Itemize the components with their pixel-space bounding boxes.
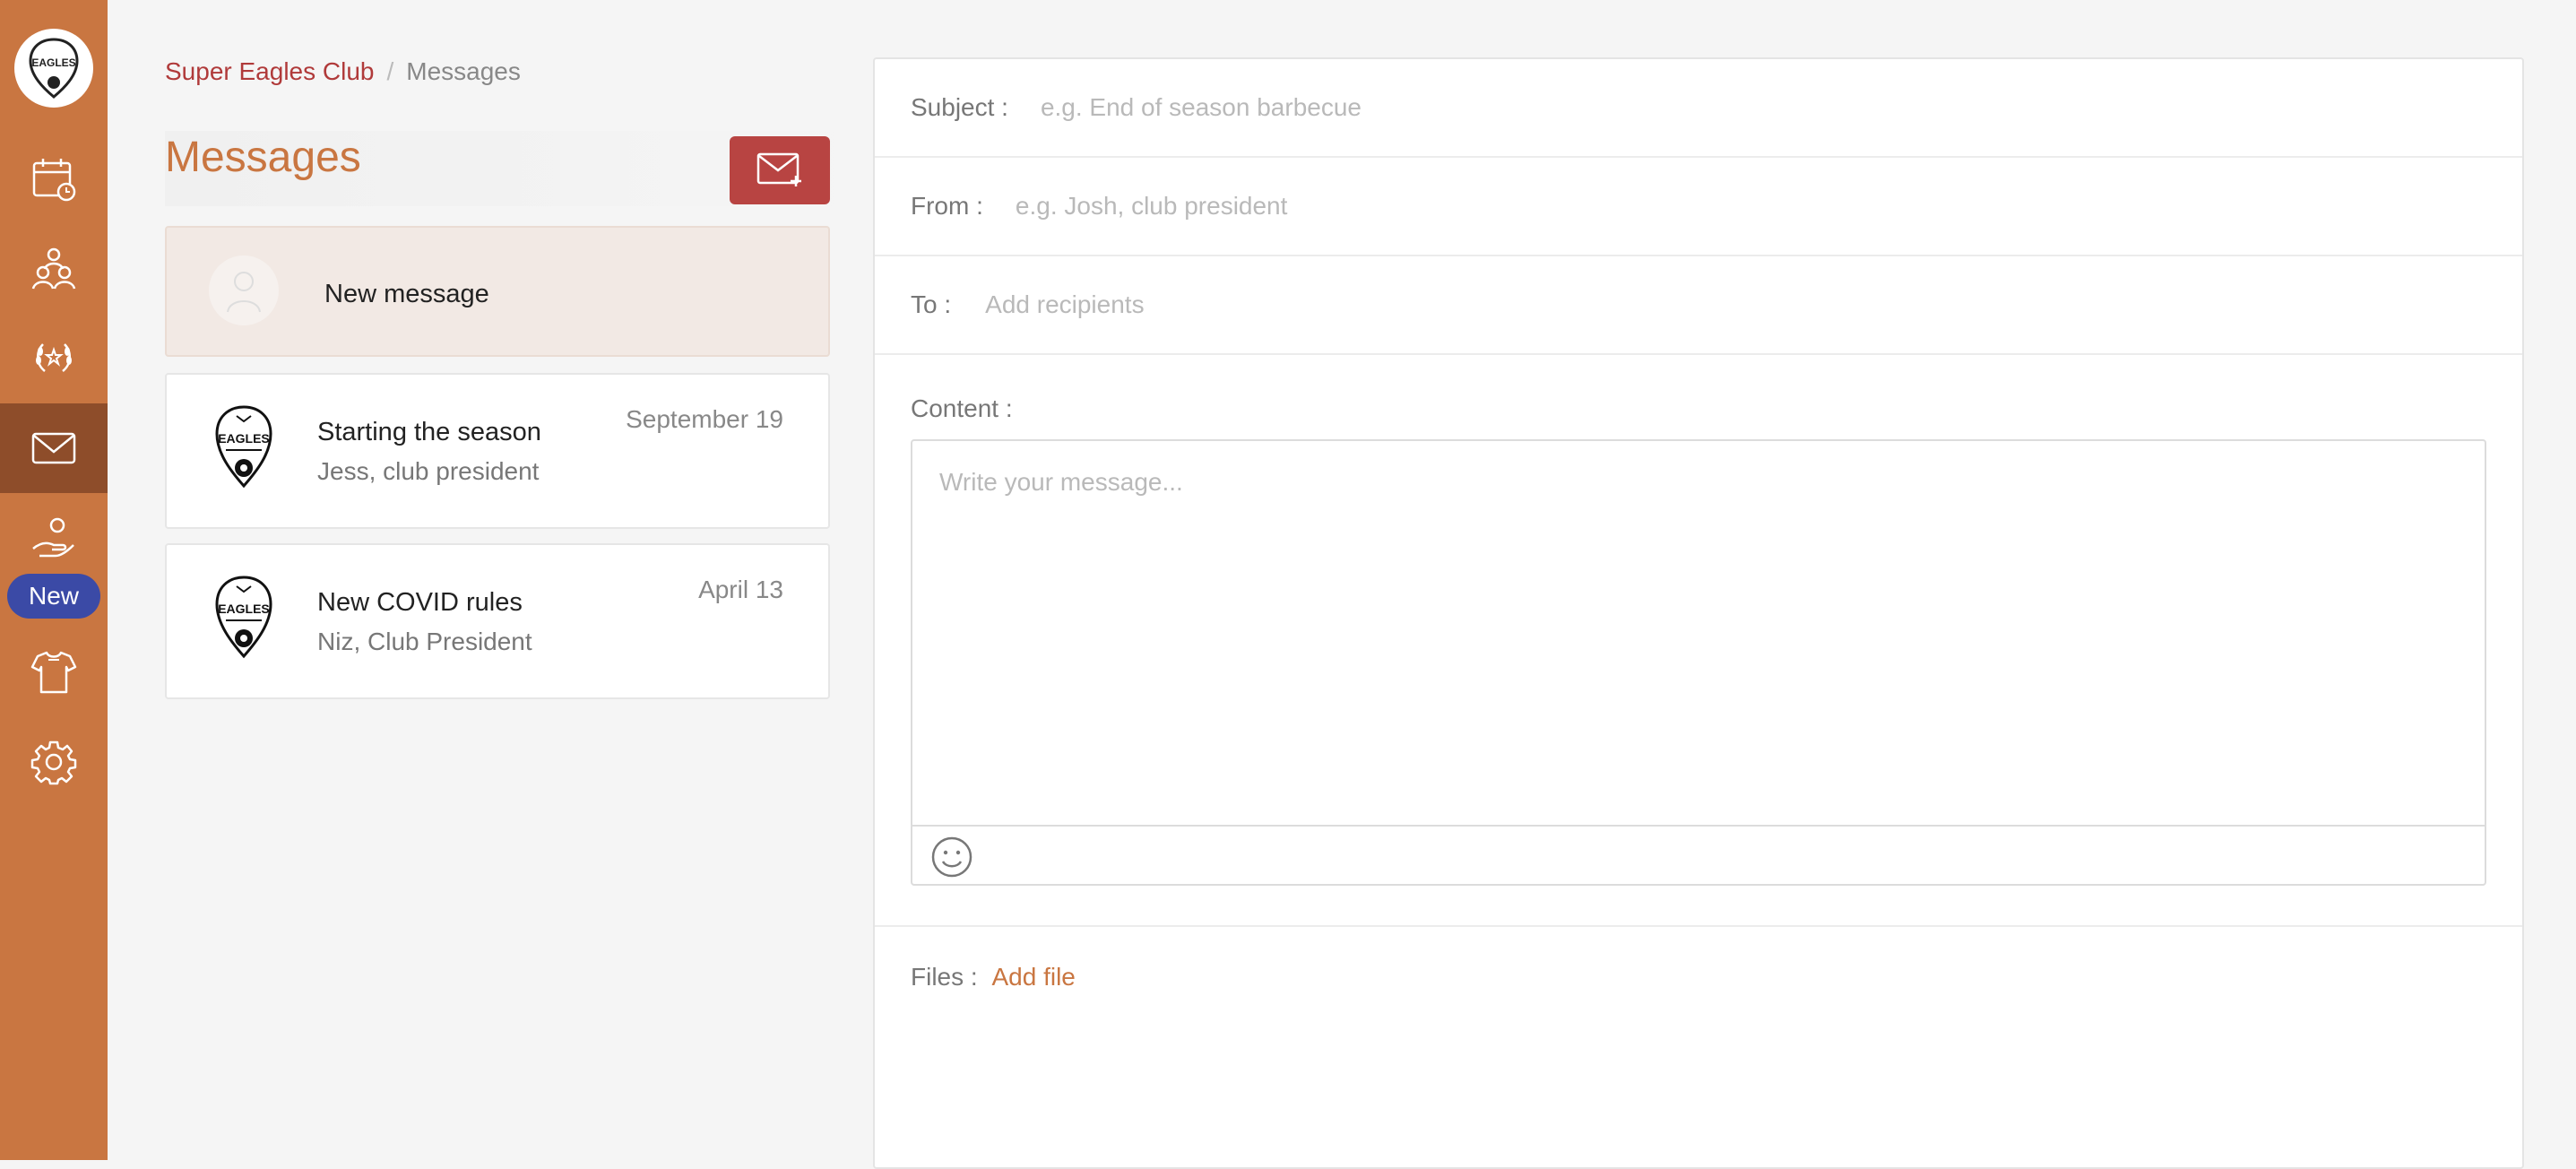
list-item-new-message[interactable]: New message <box>165 226 830 357</box>
list-item-message[interactable]: EAGLES Starting the season Jess, club pr… <box>165 373 830 529</box>
breadcrumb-current: Messages <box>406 57 521 85</box>
message-sender: Jess, club president <box>317 457 540 485</box>
message-editor <box>911 439 2486 886</box>
message-body-input[interactable] <box>912 441 2485 827</box>
compose-message-button[interactable] <box>730 136 830 204</box>
avatar <box>208 255 280 326</box>
compose-panel: Subject : From : To : Content : Files : … <box>873 57 2524 1169</box>
club-crest-icon: EAGLES <box>215 405 272 489</box>
club-logo[interactable]: EAGLES <box>14 29 93 108</box>
envelope-plus-icon <box>756 152 801 186</box>
breadcrumb-separator: / <box>386 57 394 85</box>
nav-messages[interactable] <box>0 403 108 493</box>
nav-kits[interactable] <box>0 628 108 717</box>
jersey-icon <box>30 651 77 694</box>
breadcrumb: Super Eagles Club / Messages <box>165 57 521 86</box>
members-icon <box>31 247 76 290</box>
message-date: September 19 <box>626 405 783 433</box>
message-subject: New COVID rules <box>317 588 523 617</box>
gear-icon <box>30 740 77 785</box>
nav-settings[interactable] <box>0 717 108 807</box>
files-row: Files : Add file <box>875 925 2522 1027</box>
svg-text:EAGLES: EAGLES <box>31 56 75 69</box>
from-input[interactable] <box>1015 192 2091 221</box>
list-item-message[interactable]: EAGLES New COVID rules Niz, Club Preside… <box>165 543 830 699</box>
avatar: EAGLES <box>208 405 280 489</box>
message-date: April 13 <box>698 576 783 603</box>
nav-donations[interactable] <box>0 495 108 584</box>
new-badge: New <box>7 574 100 619</box>
nav-members[interactable] <box>0 224 108 314</box>
calendar-icon <box>32 159 76 202</box>
hand-donation-icon <box>32 517 74 558</box>
sidebar: EAGLES New <box>0 0 108 1160</box>
svg-text:EAGLES: EAGLES <box>218 602 270 616</box>
files-label: Files : <box>911 963 978 991</box>
placeholder-person-icon <box>209 255 279 325</box>
editor-toolbar <box>912 825 2485 884</box>
laurel-trophy-icon <box>36 343 72 372</box>
avatar: EAGLES <box>208 576 280 659</box>
smiley-icon[interactable] <box>930 836 973 879</box>
add-file-link[interactable]: Add file <box>991 963 1075 991</box>
content-label: Content : <box>911 394 1013 422</box>
envelope-icon <box>31 432 76 464</box>
page-title: Messages <box>165 134 361 181</box>
new-message-label: New message <box>324 280 489 308</box>
breadcrumb-club-link[interactable]: Super Eagles Club <box>165 57 374 85</box>
club-crest-logo-icon: EAGLES <box>29 38 79 99</box>
message-sender: Niz, Club President <box>317 628 532 655</box>
subject-label: Subject : <box>911 93 1008 121</box>
from-label: From : <box>911 192 983 220</box>
message-subject: Starting the season <box>317 418 541 446</box>
subject-row: Subject : <box>875 59 2522 158</box>
nav-trophies[interactable] <box>0 314 108 403</box>
svg-text:EAGLES: EAGLES <box>218 431 270 446</box>
to-label: To : <box>911 290 952 318</box>
club-crest-icon: EAGLES <box>215 576 272 659</box>
to-row: To : <box>875 256 2522 355</box>
recipients-input[interactable] <box>985 290 2062 319</box>
nav-calendar[interactable] <box>0 134 108 224</box>
from-row: From : <box>875 158 2522 256</box>
subject-input[interactable] <box>1040 93 2116 122</box>
